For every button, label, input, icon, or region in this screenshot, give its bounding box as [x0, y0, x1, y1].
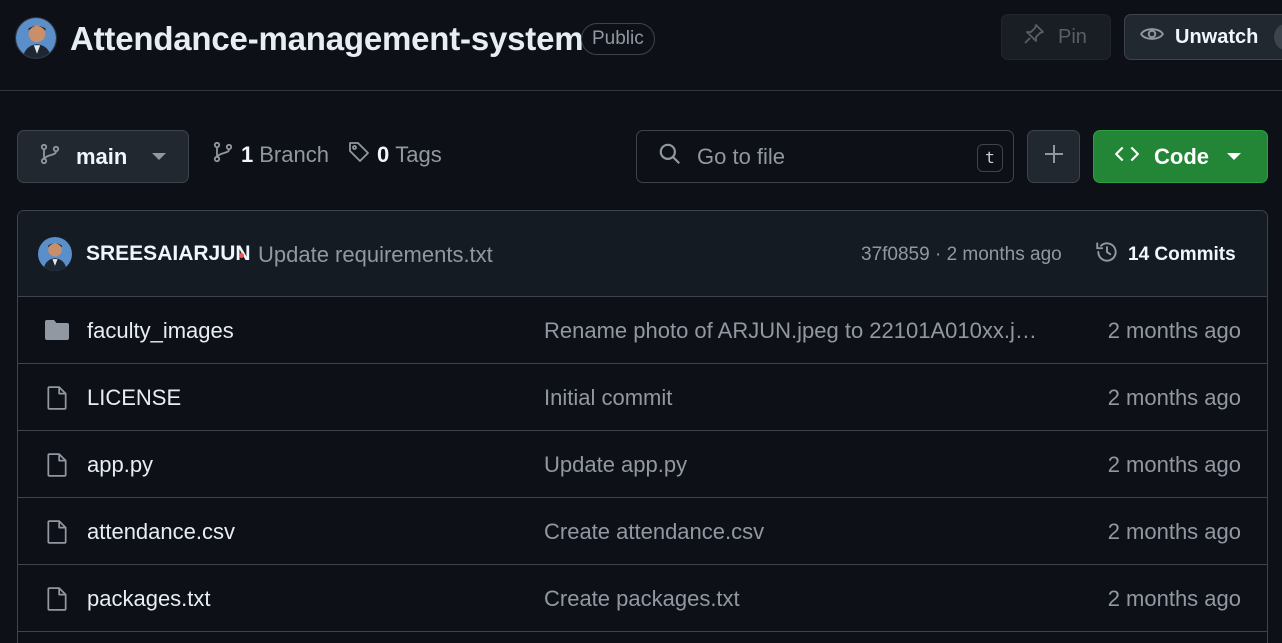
- tag-label: Tags: [395, 142, 442, 167]
- file-date: 2 months ago: [1107, 452, 1241, 477]
- table-row[interactable]: packages.txt Create packages.txt 2 month…: [18, 565, 1267, 632]
- add-file-button[interactable]: [1027, 130, 1080, 183]
- file-date: 2 months ago: [1107, 318, 1241, 343]
- shortcut-key: t: [977, 144, 1003, 172]
- file-icon: [44, 519, 70, 550]
- latest-commit-bar: SREESAIARJUN Update requirements.txt 37f…: [18, 211, 1267, 297]
- file-icon: [44, 586, 70, 617]
- file-date: 2 months ago: [1107, 586, 1241, 611]
- owner-avatar[interactable]: [15, 17, 57, 59]
- repo-title[interactable]: Attendance-management-system: [70, 20, 584, 58]
- file-commit-message[interactable]: Rename photo of ARJUN.jpeg to 22101A010x…: [544, 318, 1039, 344]
- history-icon: [1094, 239, 1120, 271]
- git-branch-icon: [211, 140, 235, 170]
- watch-count: 1: [1274, 23, 1282, 51]
- pin-icon: [1022, 22, 1046, 52]
- eye-icon: [1139, 21, 1165, 53]
- commits-history-link[interactable]: 14 Commits: [1094, 239, 1236, 271]
- pin-label: Pin: [1058, 25, 1087, 48]
- folder-icon: [44, 318, 70, 347]
- file-name[interactable]: LICENSE: [87, 385, 181, 411]
- repo-header: Attendance-management-system Public Pin …: [0, 0, 1282, 91]
- file-name[interactable]: attendance.csv: [87, 519, 235, 545]
- code-button[interactable]: Code: [1093, 130, 1268, 183]
- status-dot: [239, 253, 244, 258]
- file-date: 2 months ago: [1107, 519, 1241, 544]
- branch-selector[interactable]: main: [17, 130, 189, 183]
- file-icon: [44, 452, 70, 483]
- visibility-badge: Public: [581, 23, 655, 55]
- file-name[interactable]: app.py: [87, 452, 153, 478]
- git-branch-icon: [38, 142, 62, 172]
- unwatch-button[interactable]: Unwatch 1: [1124, 14, 1282, 60]
- table-row[interactable]: app.py Update app.py 2 months ago: [18, 431, 1267, 498]
- file-table: SREESAIARJUN Update requirements.txt 37f…: [17, 210, 1268, 643]
- table-row[interactable]: attendance.csv Create attendance.csv 2 m…: [18, 498, 1267, 565]
- file-commit-message[interactable]: Create attendance.csv: [544, 519, 1039, 545]
- unwatch-label: Unwatch: [1175, 25, 1259, 48]
- file-commit-message[interactable]: Update app.py: [544, 452, 1039, 478]
- table-row[interactable]: faculty_images Rename photo of ARJUN.jpe…: [18, 297, 1267, 364]
- file-commit-message[interactable]: Create packages.txt: [544, 586, 1039, 612]
- plus-icon: [1042, 142, 1066, 171]
- branches-link[interactable]: 1 Branch: [211, 140, 329, 170]
- commit-author[interactable]: SREESAIARJUN: [86, 242, 251, 266]
- search-placeholder: Go to file: [697, 143, 786, 169]
- file-commit-message[interactable]: Initial commit: [544, 385, 1039, 411]
- code-label: Code: [1154, 143, 1209, 169]
- tag-icon: [347, 140, 371, 170]
- file-name[interactable]: packages.txt: [87, 586, 211, 612]
- code-icon: [1114, 141, 1140, 173]
- file-icon: [44, 385, 70, 416]
- search-icon: [657, 141, 683, 173]
- tags-link[interactable]: 0 Tags: [347, 140, 442, 170]
- chevron-down-icon: [152, 153, 166, 160]
- branch-count: 1: [241, 142, 254, 167]
- tag-count: 0: [377, 142, 390, 167]
- author-avatar[interactable]: [38, 237, 72, 271]
- commit-message[interactable]: Update requirements.txt: [258, 242, 493, 268]
- branch-name: main: [76, 143, 128, 169]
- pin-button[interactable]: Pin: [1001, 14, 1111, 60]
- branch-label: Branch: [259, 142, 329, 167]
- commit-meta[interactable]: 37f0859 · 2 months ago: [861, 244, 1062, 266]
- commits-count: 14 Commits: [1128, 244, 1236, 265]
- table-row[interactable]: LICENSE Initial commit 2 months ago: [18, 364, 1267, 431]
- file-date: 2 months ago: [1107, 385, 1241, 410]
- file-name[interactable]: faculty_images: [87, 318, 234, 344]
- chevron-down-icon: [1227, 153, 1241, 160]
- go-to-file-input[interactable]: Go to file t: [636, 130, 1014, 183]
